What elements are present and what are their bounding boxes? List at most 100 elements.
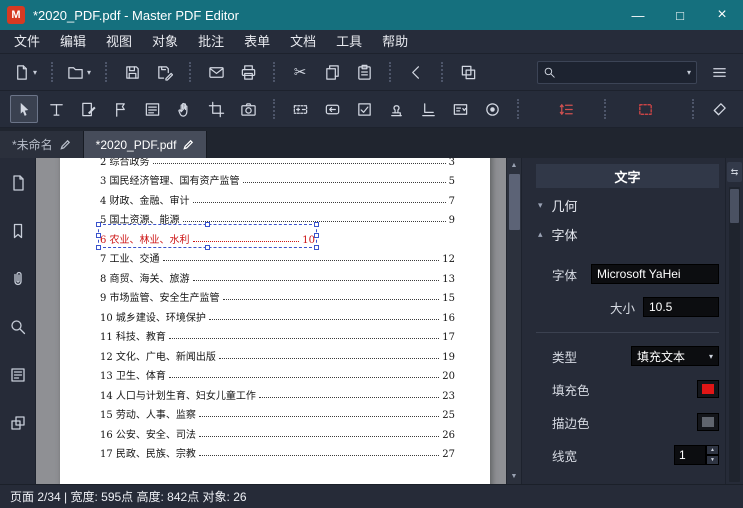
save-as-button[interactable] bbox=[150, 58, 178, 86]
thumbnails-panel-button[interactable] bbox=[6, 172, 30, 194]
fill-color-swatch[interactable] bbox=[697, 380, 719, 398]
menu-file[interactable]: 文件 bbox=[4, 30, 50, 53]
panel-scrollbar-thumb[interactable] bbox=[730, 189, 739, 223]
type-select[interactable]: 填充文本 ▾ bbox=[631, 346, 719, 366]
print-button[interactable] bbox=[234, 58, 262, 86]
toc-text: 14 人口与计划生育、妇女儿童工作 bbox=[100, 390, 256, 402]
backspace-tool-button[interactable] bbox=[318, 95, 346, 123]
search-panel-button[interactable] bbox=[6, 316, 30, 338]
selection-handle[interactable] bbox=[204, 222, 210, 227]
pdf-page: 2 综合政务 3 3 国民经济管理、国有资产监管 5 4 财政、金融、审计 7 5 国… bbox=[60, 158, 490, 484]
tab-bar: *未命名 *2020_PDF.pdf bbox=[0, 128, 743, 158]
toc-text: 7 工业、交通 bbox=[100, 254, 160, 265]
selection-handle[interactable] bbox=[314, 244, 319, 250]
new-document-button[interactable]: ▾ bbox=[10, 58, 40, 86]
menu-object[interactable]: 对象 bbox=[142, 30, 188, 53]
menu-annotate[interactable]: 批注 bbox=[188, 30, 234, 53]
toc-text: 15 劳动、人事、监察 bbox=[100, 410, 196, 421]
selection-handle[interactable] bbox=[96, 222, 101, 227]
attachments-panel-button[interactable] bbox=[6, 268, 30, 290]
panel-scrollbar[interactable] bbox=[729, 187, 740, 482]
toc-page: 12 bbox=[442, 254, 455, 265]
bookmarks-panel-button[interactable] bbox=[6, 220, 30, 242]
minimize-button[interactable]: — bbox=[617, 0, 659, 30]
section-font[interactable]: ▴ 字体 bbox=[536, 222, 719, 246]
save-button[interactable] bbox=[118, 58, 146, 86]
edit-text-tool-button[interactable] bbox=[42, 95, 70, 123]
selected-text-object[interactable]: 6 农业、林业、水利 10 bbox=[96, 222, 319, 250]
search-input[interactable] bbox=[560, 65, 680, 79]
combo-field-tool-button[interactable] bbox=[446, 95, 474, 123]
tab-untitled[interactable]: *未命名 bbox=[0, 131, 84, 158]
paste-button[interactable] bbox=[350, 58, 378, 86]
toc-row: 4 财政、金融、审计 7 bbox=[100, 187, 455, 207]
cut-button[interactable]: ✂ bbox=[286, 58, 314, 86]
save-icon bbox=[125, 65, 139, 79]
selection-handle[interactable] bbox=[96, 244, 101, 250]
screenshot-tool-button[interactable] bbox=[234, 95, 262, 123]
snapshot-button[interactable] bbox=[454, 58, 482, 86]
flag-tool-button[interactable] bbox=[106, 95, 134, 123]
font-size-input[interactable] bbox=[643, 297, 719, 317]
save-as-icon bbox=[157, 65, 173, 81]
scroll-up-arrow[interactable]: ▲ bbox=[507, 158, 521, 173]
forms-tool-button[interactable] bbox=[138, 95, 166, 123]
toc-row: 16 公安、安全、司法 26 bbox=[100, 421, 455, 441]
panel-title: 文字 bbox=[536, 164, 719, 188]
checkbox-tool-button[interactable] bbox=[350, 95, 378, 123]
copy-button[interactable] bbox=[318, 58, 346, 86]
selection-handle[interactable] bbox=[314, 232, 319, 238]
radio-button-tool-button[interactable] bbox=[478, 95, 506, 123]
selection-handle[interactable] bbox=[314, 222, 319, 227]
layers-panel-button[interactable] bbox=[6, 412, 30, 434]
text-frame-tool-button[interactable] bbox=[631, 95, 659, 123]
panel-collapse-button[interactable]: ⇆ bbox=[727, 162, 742, 182]
line-width-input[interactable] bbox=[674, 445, 706, 465]
scrollbar-thumb[interactable] bbox=[509, 174, 520, 230]
baseline-icon bbox=[421, 102, 435, 116]
stroke-color-swatch[interactable] bbox=[697, 413, 719, 431]
properties-panel: 文字 ▾ 几何 ▴ 字体 字体 大小 bbox=[521, 158, 743, 484]
crop-tool-button[interactable] bbox=[202, 95, 230, 123]
tab-2020-pdf[interactable]: *2020_PDF.pdf bbox=[83, 131, 208, 158]
toc-text: 2 综合政务 bbox=[100, 158, 150, 168]
hand-tool-button[interactable] bbox=[170, 95, 198, 123]
flag-icon bbox=[115, 102, 125, 117]
search-dropdown-caret-icon[interactable]: ▾ bbox=[687, 68, 691, 77]
menu-tools[interactable]: 工具 bbox=[326, 30, 372, 53]
toolbar-menu-button[interactable] bbox=[705, 58, 733, 86]
maximize-button[interactable]: □ bbox=[659, 0, 701, 30]
selection-handle[interactable] bbox=[96, 232, 101, 238]
spinner-up-icon[interactable]: ▲ bbox=[706, 445, 719, 455]
search-icon bbox=[10, 320, 25, 335]
add-text-field-button[interactable] bbox=[286, 95, 314, 123]
cursor-arrow-icon bbox=[20, 102, 28, 116]
stamp-tool-button[interactable] bbox=[382, 95, 410, 123]
menu-document[interactable]: 文档 bbox=[280, 30, 326, 53]
back-button[interactable] bbox=[402, 58, 430, 86]
close-button[interactable]: × bbox=[701, 0, 743, 30]
line-spacing-tool-button[interactable] bbox=[552, 95, 580, 123]
toc-leader bbox=[222, 299, 440, 300]
edit-document-tool-button[interactable] bbox=[74, 95, 102, 123]
email-button[interactable] bbox=[202, 58, 230, 86]
menu-forms[interactable]: 表单 bbox=[234, 30, 280, 53]
pdf-vertical-scrollbar[interactable]: ▲ ▼ bbox=[506, 158, 521, 484]
open-button[interactable]: ▾ bbox=[64, 58, 94, 86]
toc-page: 3 bbox=[448, 158, 455, 168]
section-geometry[interactable]: ▾ 几何 bbox=[536, 193, 719, 217]
menu-help[interactable]: 帮助 bbox=[372, 30, 418, 53]
select-tool-button[interactable] bbox=[10, 95, 38, 123]
toc-row: 9 市场监管、安全生产监管 15 bbox=[100, 285, 455, 304]
spinner-down-icon[interactable]: ▼ bbox=[706, 455, 719, 465]
form-fields-panel-button[interactable] bbox=[6, 364, 30, 386]
eraser-tool-button[interactable] bbox=[705, 95, 733, 123]
font-name-input[interactable] bbox=[591, 264, 719, 284]
menu-edit[interactable]: 编辑 bbox=[50, 30, 96, 53]
baseline-tool-button[interactable] bbox=[414, 95, 442, 123]
radio-button-icon bbox=[485, 102, 499, 116]
selection-handle[interactable] bbox=[204, 244, 210, 250]
dashed-box-plus-icon bbox=[293, 104, 307, 114]
menu-view[interactable]: 视图 bbox=[96, 30, 142, 53]
scroll-down-arrow[interactable]: ▼ bbox=[507, 469, 521, 484]
